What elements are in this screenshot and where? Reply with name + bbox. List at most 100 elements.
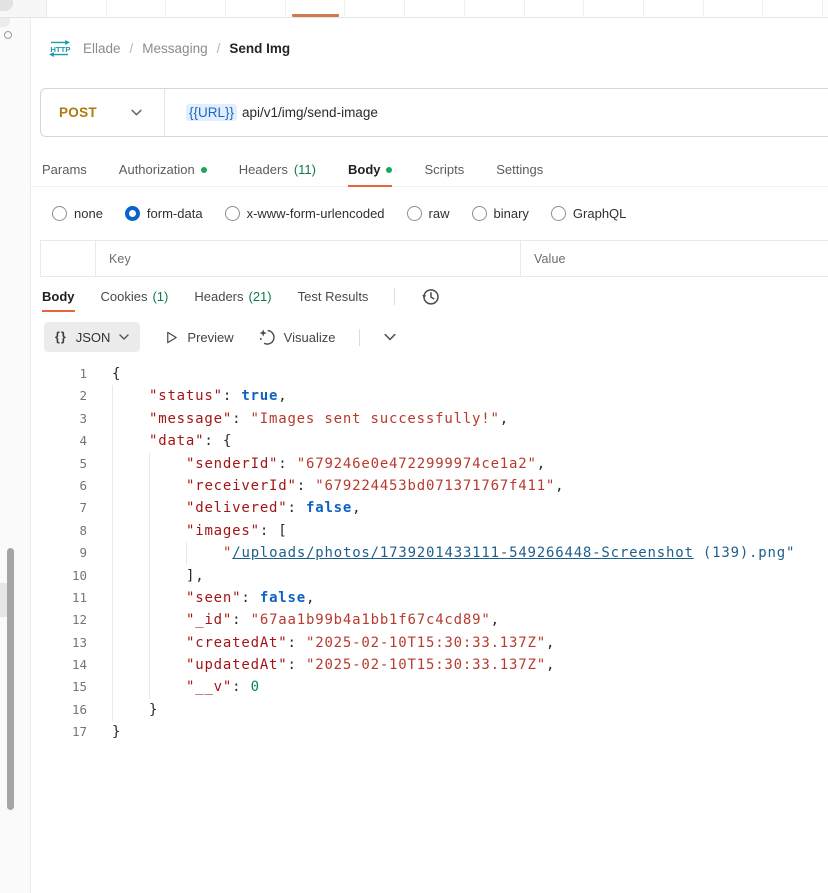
indent-guide	[112, 475, 149, 497]
workspace-tab-cells[interactable]	[47, 0, 828, 17]
code-token: "status"	[149, 388, 223, 404]
code-text: "createdAt": "2025-02-10T15:30:33.137Z",	[186, 632, 555, 654]
workspace-tab[interactable]	[584, 0, 644, 17]
preview-button[interactable]: Preview	[164, 330, 233, 345]
code-line: 16}	[31, 699, 828, 721]
code-text: "delivered": false,	[186, 497, 361, 519]
response-tab-headers[interactable]: Headers(21)	[194, 283, 271, 309]
workspace-tab[interactable]	[644, 0, 704, 17]
workspace-tab[interactable]	[166, 0, 226, 17]
value-column-header[interactable]: Value	[521, 241, 828, 276]
method-selector[interactable]: POST	[41, 105, 164, 120]
tab-scripts[interactable]: Scripts	[424, 153, 464, 186]
indent-guide	[112, 497, 149, 519]
row-select-column[interactable]	[41, 241, 96, 276]
radio-icon[interactable]	[407, 206, 422, 221]
radio-icon[interactable]	[551, 206, 566, 221]
body-mode-options: none form-data x-www-form-urlencoded raw bin…	[31, 197, 828, 229]
workspace-tab[interactable]	[345, 0, 405, 17]
tab-headers[interactable]: Headers(11)	[239, 153, 316, 186]
line-number: 1	[31, 363, 87, 385]
tab-params[interactable]: Params	[42, 153, 87, 186]
left-rail	[0, 18, 31, 893]
tab-settings[interactable]: Settings	[496, 153, 543, 186]
code-token: false	[260, 590, 306, 606]
workspace-tab[interactable]	[704, 0, 764, 17]
indent-guide	[149, 632, 186, 654]
indent-guide	[149, 565, 186, 587]
line-number: 4	[31, 430, 87, 452]
response-tab-test-results[interactable]: Test Results	[298, 283, 369, 309]
code-token: false	[306, 500, 352, 516]
code-token: "2025-02-10T15:30:33.137Z"	[306, 657, 546, 673]
indent-guide	[112, 385, 149, 407]
breadcrumb-current-request: Send Img	[229, 41, 290, 56]
indent-guide	[112, 430, 149, 452]
request-panel: HTTP Ellade / Messaging / Send Img POST …	[31, 18, 828, 893]
body-mode-label: form-data	[147, 206, 203, 221]
workspace-tab[interactable]	[465, 0, 525, 17]
response-file-link[interactable]: /uploads/photos/1739201433111-549266448-…	[232, 545, 693, 561]
indent-guide	[112, 699, 149, 721]
radio-icon[interactable]	[125, 206, 140, 221]
radio-icon[interactable]	[472, 206, 487, 221]
body-mode-form-data[interactable]: form-data	[125, 206, 203, 221]
code-text: "seen": false,	[186, 587, 315, 609]
code-token: :	[223, 388, 241, 404]
request-url-bar: POST {{URL}} api/v1/img/send-image	[40, 88, 828, 137]
chevron-down-icon	[384, 333, 396, 341]
chevron-down-icon	[119, 334, 129, 340]
body-mode-graphql[interactable]: GraphQL	[551, 206, 626, 221]
response-format-selector[interactable]: {} JSON	[44, 322, 140, 352]
breadcrumb-collection[interactable]: Ellade	[83, 41, 121, 56]
breadcrumb-separator: /	[217, 41, 221, 56]
line-number: 3	[31, 408, 87, 430]
code-token: "message"	[149, 411, 232, 427]
url-variable-chip[interactable]: {{URL}}	[186, 104, 237, 121]
green-dot-indicator	[386, 167, 392, 173]
url-input[interactable]: {{URL}} api/v1/img/send-image	[165, 104, 378, 121]
preview-label: Preview	[187, 330, 233, 345]
workspace-tab[interactable]	[525, 0, 585, 17]
indent-guide	[149, 453, 186, 475]
radio-icon[interactable]	[52, 206, 67, 221]
tab-authorization[interactable]: Authorization	[119, 153, 207, 186]
workspace-tab[interactable]	[763, 0, 823, 17]
green-dot-indicator	[201, 167, 207, 173]
response-tab-cookies[interactable]: Cookies(1)	[101, 283, 169, 309]
workspace-tab[interactable]	[107, 0, 167, 17]
code-token: ,	[500, 411, 509, 427]
workspace-tab[interactable]	[405, 0, 465, 17]
line-number: 8	[31, 520, 87, 542]
code-token: :	[232, 612, 250, 628]
code-line: 6"receiverId": "679224453bd071371767f411…	[31, 475, 828, 497]
visualize-label: Visualize	[284, 330, 336, 345]
indent-guide	[112, 565, 149, 587]
response-tab-body[interactable]: Body	[42, 283, 75, 309]
indent-guide	[149, 475, 186, 497]
indent-guide	[186, 542, 223, 564]
indent-guide	[149, 542, 186, 564]
radio-icon[interactable]	[225, 206, 240, 221]
indent-guide	[149, 654, 186, 676]
workspace-tab[interactable]	[47, 0, 107, 17]
code-token: ,	[491, 612, 500, 628]
code-text: "updatedAt": "2025-02-10T15:30:33.137Z",	[186, 654, 555, 676]
body-mode-x-www-form-urlencoded[interactable]: x-www-form-urlencoded	[225, 206, 385, 221]
tab-body[interactable]: Body	[348, 153, 393, 186]
code-token: :	[232, 411, 250, 427]
body-mode-binary[interactable]: binary	[472, 206, 529, 221]
vertical-scrollbar-thumb[interactable]	[7, 548, 14, 810]
key-column-header[interactable]: Key	[96, 241, 521, 276]
code-token: :	[288, 657, 306, 673]
history-icon[interactable]	[421, 287, 440, 306]
body-mode-none[interactable]: none	[52, 206, 103, 221]
indent-guide	[149, 520, 186, 542]
expand-response-chevron[interactable]	[384, 333, 396, 341]
code-token: 0	[251, 679, 260, 695]
chevron-down-icon	[131, 109, 142, 116]
body-mode-raw[interactable]: raw	[407, 206, 450, 221]
workspace-tab[interactable]	[226, 0, 286, 17]
visualize-button[interactable]: Visualize	[258, 328, 336, 346]
breadcrumb-folder[interactable]: Messaging	[142, 41, 207, 56]
